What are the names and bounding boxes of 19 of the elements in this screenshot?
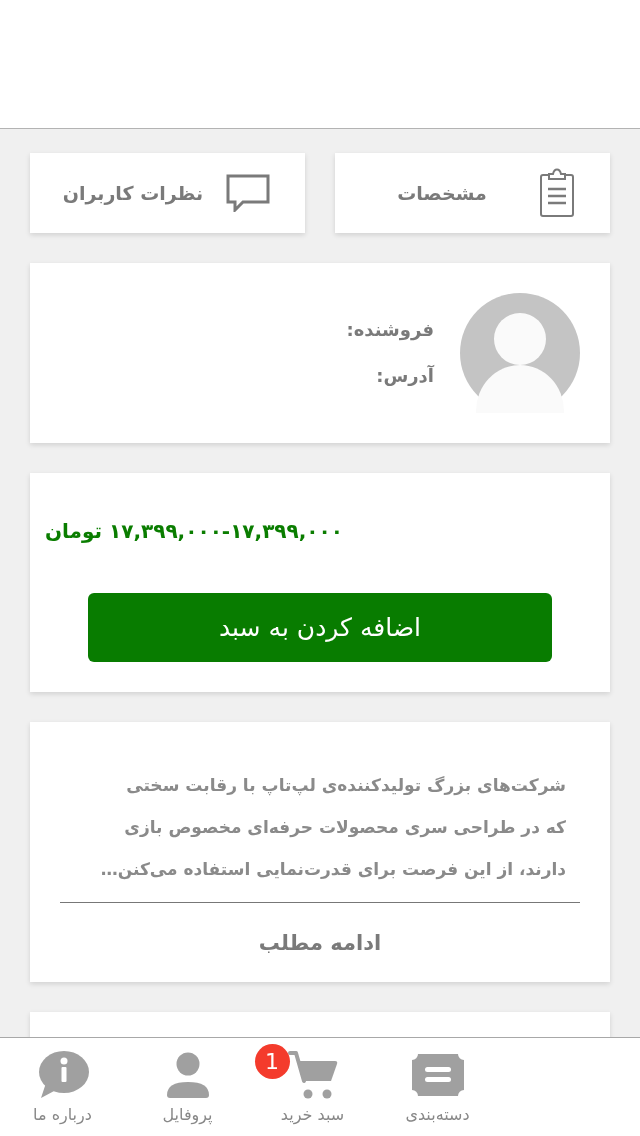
cart-icon bbox=[287, 1051, 338, 1099]
nav-item[interactable]: دسته‌بندی bbox=[375, 1038, 500, 1136]
count-badge: 1 bbox=[254, 1044, 290, 1079]
tab-button[interactable]: مشخصات bbox=[335, 153, 610, 233]
read-more-link[interactable]: ادامه مطلب bbox=[258, 930, 382, 955]
add-to-cart-button[interactable]: اضافه کردن به سبد bbox=[88, 593, 552, 662]
speech-bubble-icon bbox=[226, 174, 270, 212]
seller-label: فروشنده: bbox=[346, 318, 434, 343]
category-icon bbox=[411, 1054, 464, 1096]
nav-item[interactable]: پروفایل bbox=[125, 1038, 250, 1136]
info-icon bbox=[36, 1050, 89, 1100]
address-label: آدرس: bbox=[376, 364, 434, 388]
description-text: شرکت‌های بزرگ تولیدکننده‌ی لپ‌تاپ با رقابت سختی که در طراحی سری محصولات حرفه‌ای مخصوص بازی دارند، از این فرصت برای قدرت‌نمایی استفاده می‌کنن… bbox=[99, 774, 566, 882]
nav-item[interactable]: درباره ما bbox=[0, 1038, 125, 1136]
clipboard-icon bbox=[539, 168, 575, 218]
user-avatar-icon bbox=[460, 293, 580, 413]
person-icon bbox=[165, 1052, 210, 1098]
tab-button[interactable]: نظرات کاربران bbox=[30, 153, 305, 233]
price-text: ۱۷,۳۹۹,۰۰۰-۱۷,۳۹۹,۰۰۰ تومان bbox=[45, 518, 343, 545]
